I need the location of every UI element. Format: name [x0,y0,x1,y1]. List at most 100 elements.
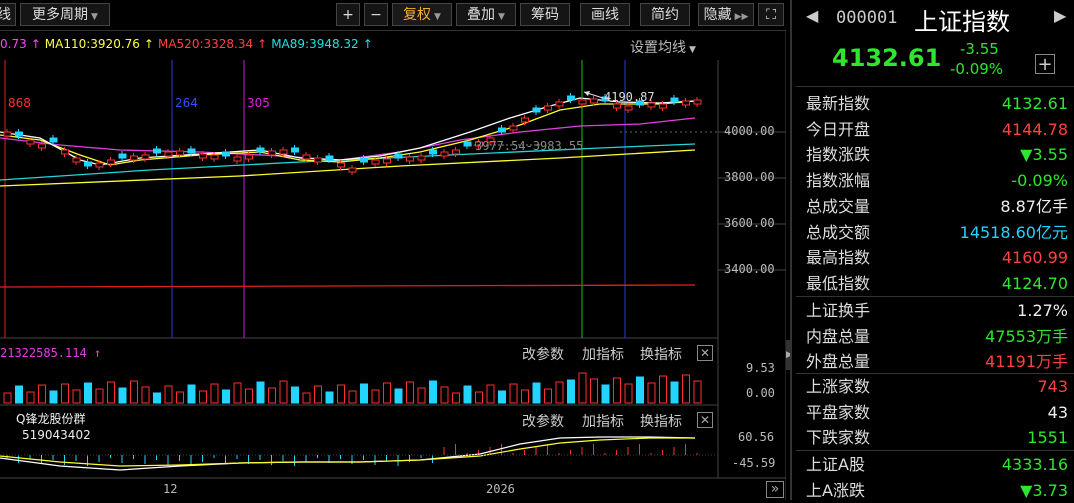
candle-body [38,143,46,149]
overlay-dropdown[interactable]: 叠加 ▼ [456,3,516,26]
expand-icon: ⛶ [766,7,776,23]
candle-body [245,154,253,160]
volume-axis-top: 9.53 [746,361,775,375]
ma-short-yellow-line [0,100,696,166]
quote-row: 总成交额 14518.60亿元 [806,220,1068,245]
volume-bar [187,384,196,404]
volume-bar [337,384,345,404]
marker-label-305: 305 [247,96,270,110]
volume-bar [452,392,460,404]
volume-bar [15,385,23,404]
quote-row-label: 外盘总量 [806,352,871,372]
macd-add-indicator-button[interactable]: 加指标 [582,411,624,431]
volume-bar [636,376,644,404]
volume-switch-indicator-button[interactable]: 换指标 [640,344,682,364]
marker-label-868: 868 [8,96,31,110]
ma89-line [0,143,696,181]
fuquan-dropdown[interactable]: 复权 ▼ [392,3,452,26]
candle-body [532,107,541,113]
volume-bar [682,374,690,404]
quote-row-value: 1551 [1027,428,1068,448]
volume-bar [693,380,702,404]
zoom-out-button[interactable]: − [364,3,388,26]
chevron-down-icon: ▼ [498,12,505,22]
price-tick-3600: 3600.00 [724,216,775,230]
quote-row-value: 8.87亿手 [1000,196,1068,216]
dea-line [0,437,695,467]
period-tab-stub[interactable]: 线 [0,3,16,26]
quote-row: 上证A股 4333.16 [806,452,1068,477]
scroll-right-button[interactable]: » [766,481,784,498]
quote-row-value: 4132.61 [1001,94,1068,113]
volume-add-indicator-button[interactable]: 加指标 [582,344,624,364]
quote-row-value: -0.09% [1011,171,1068,191]
volume-bar [613,377,621,404]
range-annotation: 3977.54-3983.55 [475,139,583,153]
candle-body [325,155,334,161]
macd-axis-top: 60.56 [738,430,775,444]
volume-bar [153,392,161,404]
quote-row: 平盘家数 43 [806,400,1068,425]
volume-bar [233,382,242,404]
quote-row: 总成交量 8.87亿手 [806,194,1068,219]
add-watchlist-button[interactable]: + [1035,54,1055,74]
volume-bar [371,389,380,404]
candle-body [153,148,161,154]
macd-axis-bottom: -45.59 [732,456,776,470]
quote-row-label: 上涨家数 [806,377,871,396]
candle-body [406,156,414,162]
volume-bar [601,384,610,404]
volume-value: 21322585.114 [0,346,87,360]
quote-row: 上涨家数 743 [806,374,1068,399]
candle-body [26,139,35,145]
candle-body [141,154,150,160]
quote-row-label: 总成交量 [806,196,871,216]
quote-row-value: 4160.99 [1001,248,1068,268]
time-tick-2026: 2026 [486,482,515,496]
volume-bar [417,387,426,404]
volume-bar [578,372,587,404]
volume-bar [95,388,104,404]
candle-body [72,157,81,163]
overlay-label: 叠加 [467,7,496,23]
macd-switch-indicator-button[interactable]: 换指标 [640,411,682,431]
candle-body [199,153,207,159]
draw-line-button[interactable]: 画线 [580,3,630,26]
fuquan-label: 复权 [403,7,432,23]
quote-row-value: ▼3.55 [1020,145,1068,165]
chevron-down-icon: ▼ [434,12,441,22]
price-change-pct: -0.09% [950,60,1004,78]
volume-params-button[interactable]: 改参数 [522,344,564,364]
volume-bar [394,388,403,404]
candle-body [61,149,69,155]
stock-name: 上证指数 [914,8,1010,36]
zoom-in-button[interactable]: + [336,3,360,26]
quote-row-value: ▼3.73 [1020,480,1068,500]
prev-stock-icon[interactable]: ◀ [806,6,818,25]
simple-mode-button[interactable]: 简约 [640,3,690,26]
candle-body [3,131,12,137]
candle-body [210,154,219,160]
fullscreen-button[interactable]: ⛶ [758,3,784,26]
volume-bar [475,391,483,404]
watermark-line1: Q锋龙股份群 [16,412,86,426]
quote-row-value: 743 [1037,377,1068,396]
candle-body [233,156,242,162]
hide-button[interactable]: 隐藏 ▶▶ [698,3,754,26]
volume-bar [268,387,276,404]
volume-bar [486,384,495,404]
candle-body [394,153,403,159]
candle-body [590,98,598,104]
volume-bar [84,382,92,404]
volume-bar [38,384,46,404]
ma-lines [0,97,696,288]
macd-params-button[interactable]: 改参数 [522,411,564,431]
macd-close-icon[interactable]: ✕ [697,412,713,428]
quote-row-value: 4333.16 [1001,455,1068,474]
chips-button[interactable]: 筹码 [520,3,570,26]
candle-body [95,162,104,168]
volume-close-icon[interactable]: ✕ [697,345,713,361]
next-stock-icon[interactable]: ▶ [1054,6,1066,25]
more-period-dropdown[interactable]: 更多周期 ▼ [20,3,110,26]
candle-body [567,95,575,101]
